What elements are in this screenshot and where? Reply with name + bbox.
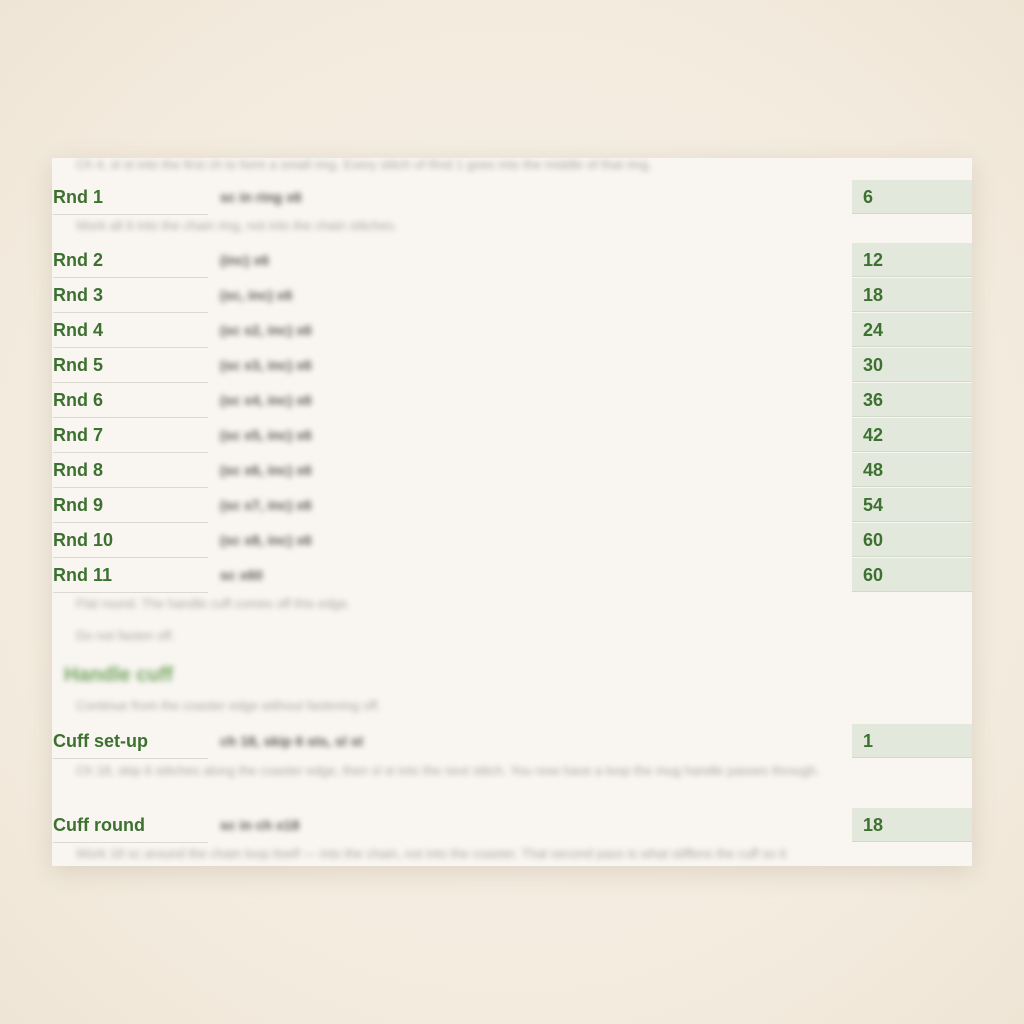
row-label: Rnd 9 <box>53 488 208 523</box>
row-label: Rnd 6 <box>53 383 208 418</box>
table-row: Rnd 4 (sc x2, inc) x6 24 <box>52 313 972 348</box>
row-label: Rnd 2 <box>53 243 208 278</box>
row-label: Rnd 7 <box>53 418 208 453</box>
row-instruction: (sc x2, inc) x6 <box>220 322 312 338</box>
row-label: Cuff set-up <box>53 724 208 759</box>
table-row: Rnd 6 (sc x4, inc) x6 36 <box>52 383 972 418</box>
row-label: Rnd 4 <box>53 313 208 348</box>
row-stitch-count: 60 <box>852 558 972 592</box>
row-instruction: (sc x8, inc) x6 <box>220 532 312 548</box>
row-stitch-count: 54 <box>852 488 972 522</box>
pattern-sheet: Ch 4, sl st into the first ch to form a … <box>52 158 972 866</box>
row-instruction: (sc x4, inc) x6 <box>220 392 312 408</box>
row-label: Rnd 5 <box>53 348 208 383</box>
table-row: Rnd 7 (sc x5, inc) x6 42 <box>52 418 972 453</box>
row-label: Rnd 3 <box>53 278 208 313</box>
table-row: Rnd 9 (sc x7, inc) x6 54 <box>52 488 972 523</box>
note-rnd1: Work all 6 into the chain ring, not into… <box>76 218 398 233</box>
row-instruction: (sc x3, inc) x6 <box>220 357 312 373</box>
row-stitch-count: 36 <box>852 383 972 417</box>
table-row: Rnd 2 (inc) x6 12 <box>52 243 972 278</box>
table-row: Rnd 11 sc x60 60 <box>52 558 972 593</box>
table-row: Rnd 3 (sc, inc) x6 18 <box>52 278 972 313</box>
row-stitch-count: 1 <box>852 724 972 758</box>
row-instruction: sc in ch x18 <box>220 817 300 833</box>
note-ring-setup: Ch 4, sl st into the first ch to form a … <box>76 158 652 172</box>
row-instruction: sc in ring x6 <box>220 189 302 205</box>
table-row: Cuff set-up ch 18, skip 6 sts, sl st 1 <box>52 724 972 759</box>
row-label: Rnd 1 <box>53 180 208 215</box>
row-label: Cuff round <box>53 808 208 843</box>
row-stitch-count: 18 <box>852 278 972 312</box>
row-instruction: (sc x5, inc) x6 <box>220 427 312 443</box>
row-stitch-count: 48 <box>852 453 972 487</box>
table-row: Rnd 8 (sc x6, inc) x6 48 <box>52 453 972 488</box>
note-rnd11-flat: Flat round. The handle cuff comes off th… <box>76 596 351 611</box>
row-label: Rnd 8 <box>53 453 208 488</box>
row-instruction: sc x60 <box>220 567 263 583</box>
note-cuff-round: Work 18 sc around the chain loop itself … <box>76 846 787 861</box>
row-instruction: (sc, inc) x6 <box>220 287 293 303</box>
section-heading: Handle cuff <box>64 664 173 686</box>
row-stitch-count: 30 <box>852 348 972 382</box>
row-instruction: (sc x6, inc) x6 <box>220 462 312 478</box>
row-stitch-count: 6 <box>852 180 972 214</box>
note-cuff-intro: Continue from the coaster edge without f… <box>76 698 381 713</box>
row-stitch-count: 12 <box>852 243 972 277</box>
row-instruction: (inc) x6 <box>220 252 270 268</box>
row-stitch-count: 18 <box>852 808 972 842</box>
row-label: Rnd 10 <box>53 523 208 558</box>
note-rnd11-no-fasten: Do not fasten off. <box>76 628 175 643</box>
row-stitch-count: 60 <box>852 523 972 557</box>
table-row: Rnd 5 (sc x3, inc) x6 30 <box>52 348 972 383</box>
row-instruction: (sc x7, inc) x6 <box>220 497 312 513</box>
table-row: Rnd 10 (sc x8, inc) x6 60 <box>52 523 972 558</box>
row-label: Rnd 11 <box>53 558 208 593</box>
table-row: Rnd 1 sc in ring x6 6 <box>52 180 972 215</box>
note-cuff-setup: Ch 18, skip 6 stitches along the coaster… <box>76 763 820 778</box>
row-stitch-count: 24 <box>852 313 972 347</box>
row-stitch-count: 42 <box>852 418 972 452</box>
table-row: Cuff round sc in ch x18 18 <box>52 808 972 843</box>
row-instruction: ch 18, skip 6 sts, sl st <box>220 733 364 749</box>
